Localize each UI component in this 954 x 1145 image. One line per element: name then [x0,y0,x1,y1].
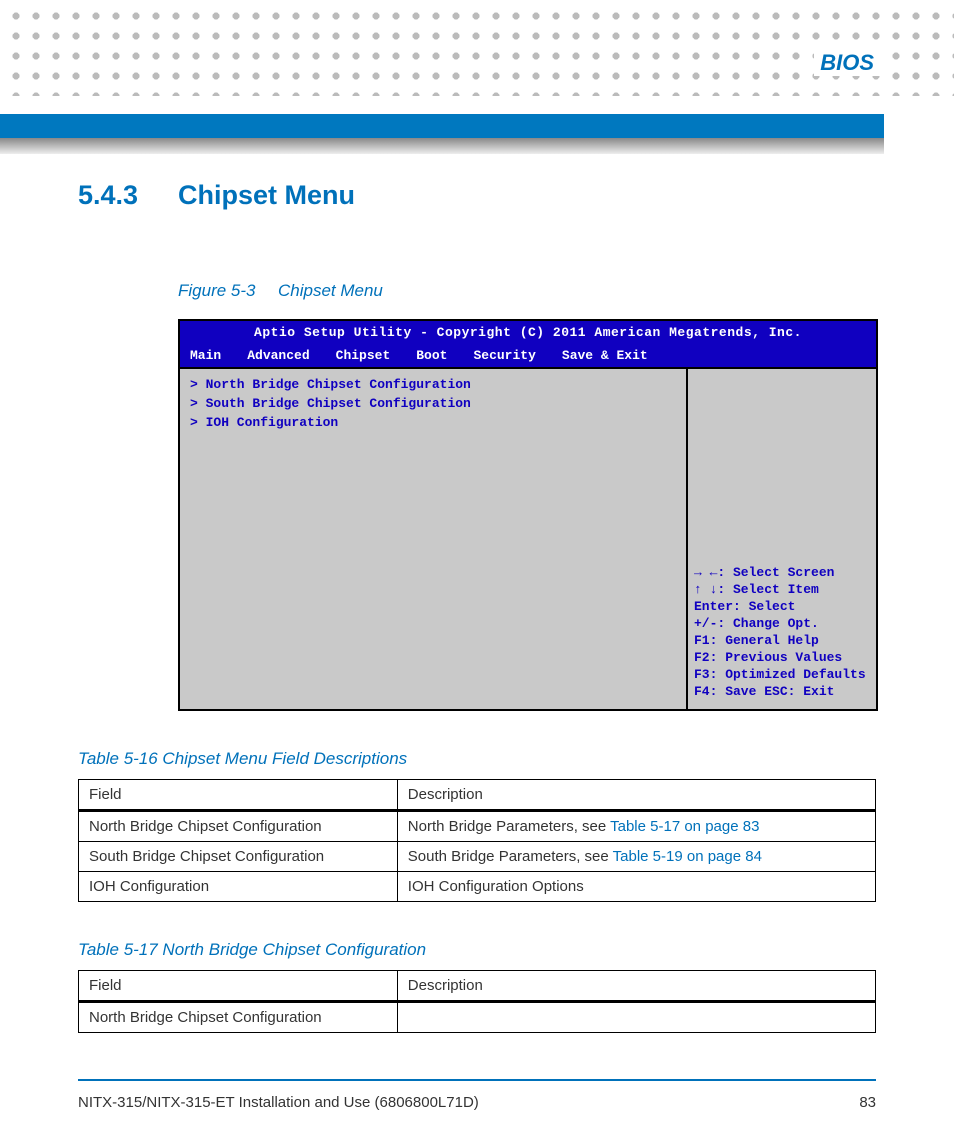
table-header-row: Field Description [79,780,876,811]
cross-ref-link[interactable]: Table 5-19 on page 84 [613,848,762,865]
figure-title: Chipset Menu [278,281,383,300]
bios-screenshot: Aptio Setup Utility - Copyright (C) 2011… [178,319,878,711]
table-cell-description: North Bridge Parameters, see Table 5-17 … [397,811,875,842]
table-cell-description [397,1002,875,1033]
footer-doc-title: NITX-315/NITX-315-ET Installation and Us… [78,1094,479,1111]
table-header-field: Field [79,780,398,811]
table-header-row: Field Description [79,971,876,1002]
bios-tab-boot: Boot [416,348,447,363]
table-5-16-caption: Table 5-16 Chipset Menu Field Descriptio… [78,749,876,769]
bios-help-line: → ←: Select Screen [694,565,870,580]
bios-help-line: F2: Previous Values [694,650,870,665]
table-header-description: Description [397,971,875,1002]
header-section-label: BIOS [814,50,880,76]
bios-help-line: Enter: Select [694,599,870,614]
header-gray-gradient [0,138,884,154]
figure-caption: Figure 5-3Chipset Menu [178,281,876,301]
table-row: South Bridge Chipset Configuration South… [79,842,876,872]
table-row: North Bridge Chipset Configuration North… [79,811,876,842]
table-5-17: Field Description North Bridge Chipset C… [78,970,876,1033]
bios-help-line: F4: Save ESC: Exit [694,684,870,699]
bios-tab-save-exit: Save & Exit [562,348,648,363]
bios-help-panel: → ←: Select Screen ↑ ↓: Select Item Ente… [688,369,876,709]
bios-help-line: F1: General Help [694,633,870,648]
table-cell-field: North Bridge Chipset Configuration [79,1002,398,1033]
table-row: IOH Configuration IOH Configuration Opti… [79,872,876,902]
table-header-description: Description [397,780,875,811]
bios-item-south-bridge: > South Bridge Chipset Configuration [190,396,676,411]
bios-title-bar: Aptio Setup Utility - Copyright (C) 2011… [180,321,876,344]
table-header-field: Field [79,971,398,1002]
bios-help-line: ↑ ↓: Select Item [694,582,870,597]
bios-item-north-bridge: > North Bridge Chipset Configuration [190,377,676,392]
table-cell-description: IOH Configuration Options [397,872,875,902]
table-5-17-caption: Table 5-17 North Bridge Chipset Configur… [78,940,876,960]
section-heading: 5.4.3Chipset Menu [78,180,876,211]
table-5-16: Field Description North Bridge Chipset C… [78,779,876,902]
bios-tab-chipset: Chipset [336,348,391,363]
footer-page-number: 83 [859,1094,876,1111]
table-row: North Bridge Chipset Configuration [79,1002,876,1033]
bios-help-line: +/-: Change Opt. [694,616,870,631]
table-cell-field: IOH Configuration [79,872,398,902]
cross-ref-link[interactable]: Table 5-17 on page 83 [610,818,759,835]
bios-main-panel: > North Bridge Chipset Configuration > S… [180,369,688,709]
header-dot-pattern [0,0,954,96]
header-blue-bar [0,114,884,138]
bios-help-line: F3: Optimized Defaults [694,667,870,682]
bios-tab-main: Main [190,348,221,363]
table-cell-description: South Bridge Parameters, see Table 5-19 … [397,842,875,872]
figure-number: Figure 5-3 [178,281,278,301]
bios-tab-security: Security [473,348,535,363]
section-title: Chipset Menu [178,180,355,210]
table-cell-field: South Bridge Chipset Configuration [79,842,398,872]
footer-rule [78,1079,876,1081]
section-number: 5.4.3 [78,180,178,211]
table-cell-field: North Bridge Chipset Configuration [79,811,398,842]
bios-tab-bar: Main Advanced Chipset Boot Security Save… [180,344,876,369]
bios-tab-advanced: Advanced [247,348,309,363]
page-footer: NITX-315/NITX-315-ET Installation and Us… [78,1094,876,1111]
bios-item-ioh: > IOH Configuration [190,415,676,430]
